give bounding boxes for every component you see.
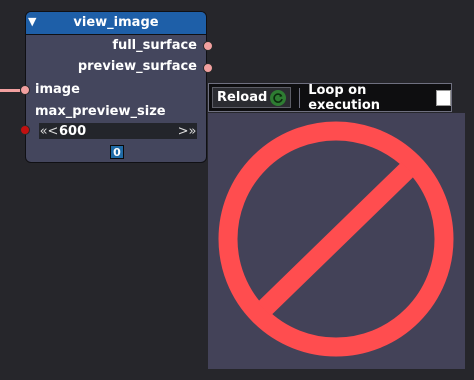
collapse-triangle-icon[interactable]: ▼ [28, 15, 36, 28]
max-preview-size-field[interactable]: «< 600 >» [39, 123, 197, 139]
prohibited-icon [218, 121, 454, 357]
reload-button[interactable]: Reload [212, 87, 292, 108]
node-header[interactable]: ▼ view_image [26, 12, 206, 35]
input-label-max-preview-size: max_preview_size [35, 104, 166, 119]
input-wire [0, 89, 20, 92]
input-socket-image[interactable] [20, 85, 30, 95]
view-image-node[interactable]: ▼ view_image full_surface preview_surfac… [25, 11, 207, 163]
toolbar-divider [299, 87, 301, 108]
output-label-preview-surface: preview_surface [77, 59, 197, 74]
reload-icon [270, 89, 287, 106]
loop-on-execution-checkbox[interactable] [436, 89, 451, 106]
decrement-arrow-icon[interactable]: «< [39, 124, 59, 139]
node-counter: 0 [110, 145, 124, 159]
output-label-full-surface: full_surface [112, 38, 197, 53]
input-socket-max-preview-size[interactable] [20, 125, 30, 135]
preview-toolbar: Reload Loop on execution [208, 82, 452, 113]
input-label-image: image [35, 82, 80, 97]
max-preview-size-value[interactable]: 600 [59, 124, 177, 139]
output-socket-full-surface[interactable] [203, 41, 213, 51]
reload-label: Reload [217, 90, 268, 105]
output-socket-preview-surface[interactable] [203, 63, 213, 73]
increment-arrow-icon[interactable]: >» [177, 124, 197, 139]
loop-on-execution-label: Loop on execution [308, 82, 381, 113]
node-title: view_image [73, 15, 159, 30]
image-preview-area [208, 113, 465, 369]
